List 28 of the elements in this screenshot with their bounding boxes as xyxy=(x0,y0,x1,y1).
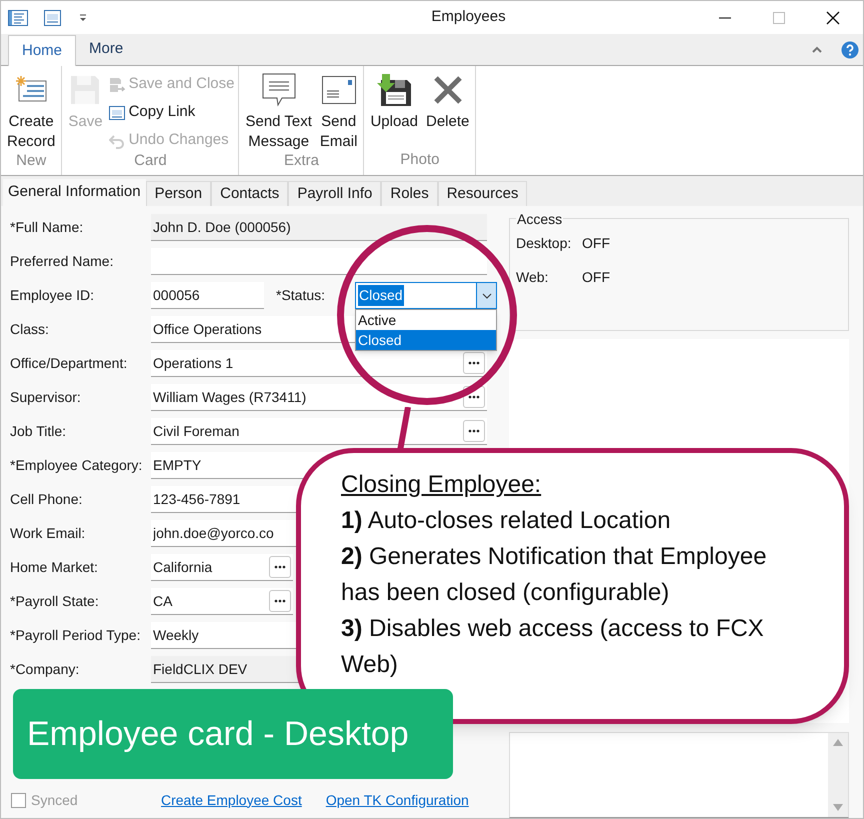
field-label: *Full Name: xyxy=(9,218,84,237)
title-banner: Employee card - Desktop xyxy=(13,689,453,779)
callout-item: 2) Generates Notification that Employee has been closed (configurable) xyxy=(341,542,768,608)
field-label: Web: xyxy=(516,268,550,287)
window-title: Employees xyxy=(430,7,507,28)
field-label: Preferred Name: xyxy=(9,252,114,271)
field-label: Office/Department: xyxy=(9,354,128,373)
field-label: *Payroll State: xyxy=(9,592,100,611)
field-label: *Company: xyxy=(9,660,80,679)
group-label: New xyxy=(15,152,48,170)
field-label: Home Market: xyxy=(9,558,99,577)
group-label: Extra xyxy=(282,152,320,170)
field-label: *Employee Category: xyxy=(9,456,144,475)
field-value: OFF xyxy=(582,268,610,287)
callout-item: 3) Disables web access (access to FCX Web) xyxy=(341,614,765,680)
field-value: OFF xyxy=(582,234,610,253)
field-label: Class: xyxy=(9,320,50,339)
field-label: Employee ID: xyxy=(9,286,96,305)
group-label: Card xyxy=(133,152,168,170)
field-label: Cell Phone: xyxy=(9,490,84,509)
field-label: *Payroll Period Type: xyxy=(9,626,142,645)
field-label: Job Title: xyxy=(9,422,68,441)
field-label: Supervisor: xyxy=(9,388,82,407)
field-label: Desktop: xyxy=(516,234,572,253)
group-label: Photo xyxy=(399,151,440,169)
field-label: Work Email: xyxy=(9,524,86,543)
field-label: *Status: xyxy=(276,286,326,305)
input-field: John D. Doe (000056) xyxy=(151,214,487,241)
